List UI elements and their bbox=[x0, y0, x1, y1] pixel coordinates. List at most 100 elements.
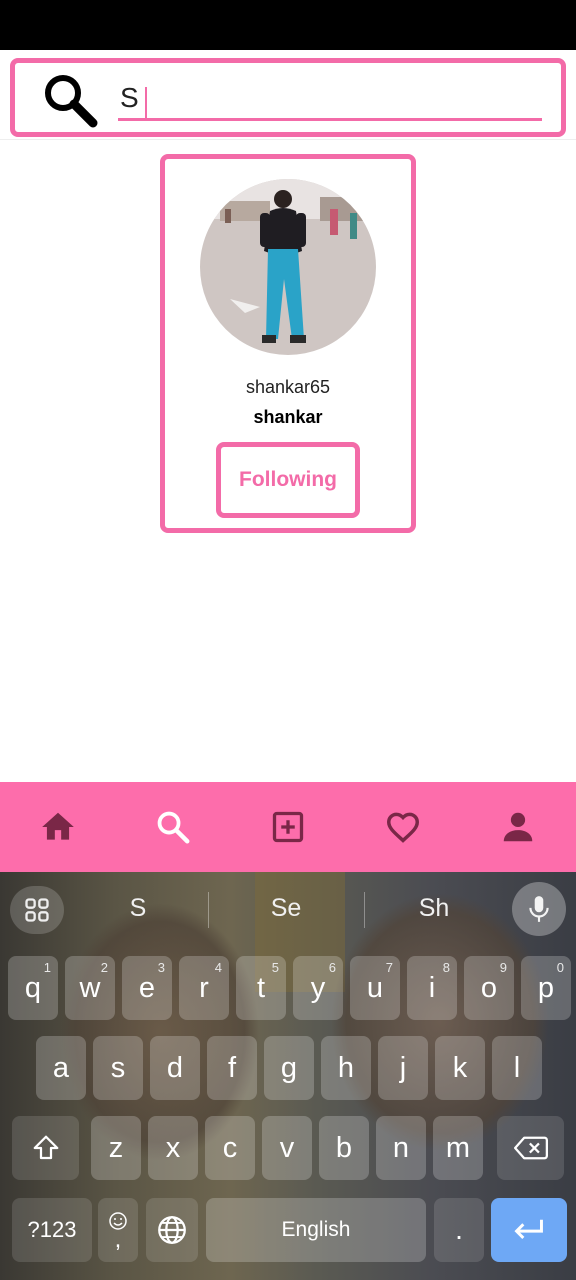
key-c[interactable]: c bbox=[205, 1116, 255, 1180]
nav-add-post[interactable] bbox=[253, 792, 323, 862]
key-label: v bbox=[279, 1131, 295, 1164]
key-label: s bbox=[110, 1051, 126, 1084]
key-l[interactable]: l bbox=[492, 1036, 542, 1100]
comma-key[interactable]: , bbox=[98, 1198, 138, 1262]
key-hint: 0 bbox=[556, 960, 564, 975]
on-screen-keyboard: S Se Sh q1w2e3r4t5y6u7i8o9p0 asdfghjkl z… bbox=[0, 872, 576, 1280]
nav-activity[interactable] bbox=[368, 792, 438, 862]
text-caret bbox=[145, 87, 147, 119]
full-name: shankar bbox=[253, 407, 323, 427]
key-m[interactable]: m bbox=[433, 1116, 483, 1180]
voice-input-button[interactable] bbox=[512, 882, 566, 936]
key-label: i bbox=[428, 971, 436, 1004]
key-n[interactable]: n bbox=[376, 1116, 426, 1180]
key-label: t bbox=[256, 971, 266, 1004]
key-f[interactable]: f bbox=[207, 1036, 257, 1100]
key-label: m bbox=[445, 1131, 471, 1164]
globe-icon bbox=[158, 1216, 186, 1244]
key-label: g bbox=[280, 1051, 298, 1084]
key-a[interactable]: a bbox=[36, 1036, 86, 1100]
key-e[interactable]: e3 bbox=[122, 956, 172, 1020]
status-bar bbox=[0, 0, 576, 50]
suggestion-strip: S Se Sh bbox=[0, 872, 576, 948]
key-label: c bbox=[222, 1131, 238, 1164]
avatar[interactable] bbox=[200, 179, 376, 355]
nav-search[interactable] bbox=[138, 792, 208, 862]
key-hint: 1 bbox=[43, 960, 51, 975]
key-label: y bbox=[310, 971, 326, 1004]
enter-key[interactable] bbox=[491, 1198, 567, 1262]
period-key[interactable]: . bbox=[434, 1198, 484, 1262]
key-p[interactable]: p0 bbox=[521, 956, 571, 1020]
backspace-icon bbox=[513, 1136, 548, 1160]
key-v[interactable]: v bbox=[262, 1116, 312, 1180]
key-label: b bbox=[335, 1131, 353, 1164]
key-hint: 3 bbox=[157, 960, 165, 975]
nav-home[interactable] bbox=[23, 792, 93, 862]
key-label: r bbox=[199, 971, 209, 1004]
key-label: p bbox=[537, 971, 555, 1004]
shift-key[interactable] bbox=[12, 1116, 79, 1180]
key-b[interactable]: b bbox=[319, 1116, 369, 1180]
key-x[interactable]: x bbox=[148, 1116, 198, 1180]
search-icon bbox=[157, 811, 190, 844]
search-box bbox=[10, 58, 566, 137]
backspace-key[interactable] bbox=[497, 1116, 564, 1180]
bottom-navigation bbox=[0, 782, 576, 872]
key-label: j bbox=[399, 1051, 407, 1084]
key-g[interactable]: g bbox=[264, 1036, 314, 1100]
key-label: n bbox=[392, 1131, 410, 1164]
key-label: q bbox=[24, 971, 42, 1004]
nav-profile[interactable] bbox=[483, 792, 553, 862]
keyboard-menu-button[interactable] bbox=[10, 886, 64, 934]
key-w[interactable]: w2 bbox=[65, 956, 115, 1020]
key-t[interactable]: t5 bbox=[236, 956, 286, 1020]
comma-label: , bbox=[114, 1226, 122, 1253]
key-s[interactable]: s bbox=[93, 1036, 143, 1100]
key-label: x bbox=[165, 1131, 181, 1164]
key-r[interactable]: r4 bbox=[179, 956, 229, 1020]
suggestion-3[interactable]: Sh bbox=[374, 894, 494, 923]
key-label: h bbox=[337, 1051, 355, 1084]
key-d[interactable]: d bbox=[150, 1036, 200, 1100]
symbols-key[interactable]: ?123 bbox=[12, 1198, 92, 1262]
search-input[interactable] bbox=[118, 77, 542, 121]
key-q[interactable]: q1 bbox=[8, 956, 58, 1020]
key-label: l bbox=[513, 1051, 521, 1084]
avatar-photo bbox=[200, 179, 376, 355]
add-post-icon bbox=[272, 811, 304, 843]
suggestion-1[interactable]: S bbox=[78, 894, 198, 923]
key-hint: 7 bbox=[385, 960, 393, 975]
heart-icon bbox=[387, 812, 420, 843]
key-hint: 5 bbox=[271, 960, 279, 975]
key-z[interactable]: z bbox=[91, 1116, 141, 1180]
key-k[interactable]: k bbox=[435, 1036, 485, 1100]
key-i[interactable]: i8 bbox=[407, 956, 457, 1020]
key-hint: 9 bbox=[499, 960, 507, 975]
key-u[interactable]: u7 bbox=[350, 956, 400, 1020]
key-j[interactable]: j bbox=[378, 1036, 428, 1100]
key-label: z bbox=[108, 1131, 124, 1164]
key-h[interactable]: h bbox=[321, 1036, 371, 1100]
key-hint: 2 bbox=[100, 960, 108, 975]
suggestion-2[interactable]: Se bbox=[226, 894, 346, 923]
key-label: o bbox=[480, 971, 498, 1004]
home-icon bbox=[41, 812, 74, 840]
space-key[interactable]: English bbox=[206, 1198, 426, 1262]
search-icon[interactable] bbox=[41, 71, 99, 129]
suggestion-divider bbox=[208, 892, 209, 928]
key-label: e bbox=[138, 971, 156, 1004]
search-header bbox=[0, 50, 576, 140]
profile-icon bbox=[504, 812, 533, 842]
key-hint: 6 bbox=[328, 960, 336, 975]
following-button[interactable]: Following bbox=[216, 442, 360, 518]
key-label: u bbox=[366, 971, 384, 1004]
key-label: f bbox=[227, 1051, 237, 1084]
key-label: d bbox=[166, 1051, 184, 1084]
user-result-card[interactable]: shankar65 shankar Following bbox=[160, 154, 416, 533]
key-label: k bbox=[452, 1051, 468, 1084]
key-y[interactable]: y6 bbox=[293, 956, 343, 1020]
shift-icon bbox=[33, 1135, 58, 1160]
key-o[interactable]: o9 bbox=[464, 956, 514, 1020]
language-key[interactable] bbox=[146, 1198, 198, 1262]
